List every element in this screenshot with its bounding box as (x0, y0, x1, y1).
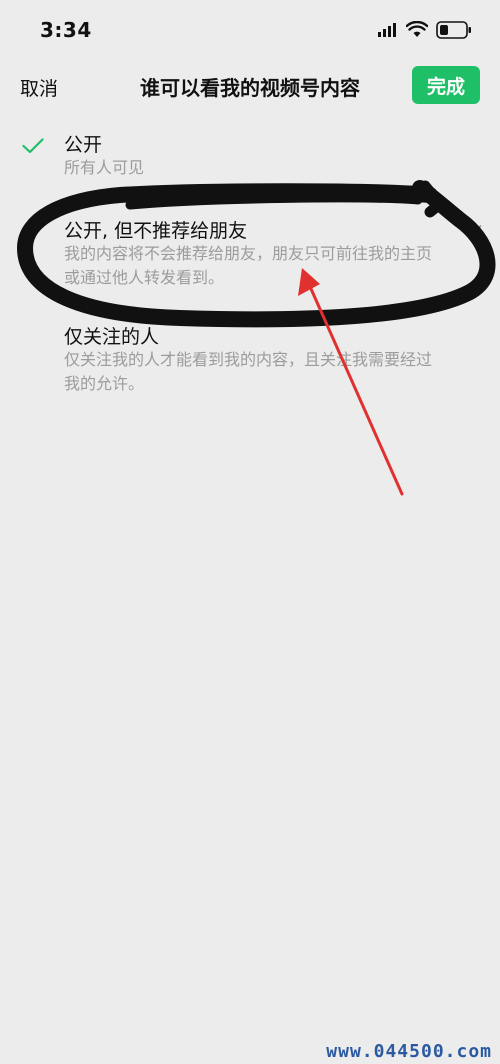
signal-icon (378, 23, 396, 37)
wifi-icon (406, 21, 428, 37)
done-button[interactable]: 完成 (412, 66, 480, 104)
annotation-circle-inner (125, 193, 423, 210)
option-title: 公开, 但不推荐给朋友 (64, 220, 248, 242)
nav-bar: 取消 谁可以看我的视频号内容 完成 (0, 62, 500, 110)
check-icon (462, 225, 482, 239)
option-public[interactable]: 公开 所有人可见 (0, 130, 500, 190)
option-title: 仅关注的人 (64, 326, 160, 348)
option-public-no-recommend[interactable]: 公开, 但不推荐给朋友 我的内容将不会推荐给朋友，朋友只可前往我的主页或通过他人… (0, 216, 500, 296)
battery-icon (436, 21, 471, 39)
cancel-button[interactable]: 取消 (20, 74, 58, 101)
option-desc: 仅关注我的人才能看到我的内容，且关注我需要经过我的允许。 (64, 350, 433, 393)
option-desc: 我的内容将不会推荐给朋友，朋友只可前往我的主页或通过他人转发看到。 (64, 244, 433, 287)
status-icons (378, 18, 478, 42)
option-desc: 所有人可见 (64, 158, 145, 177)
check-icon (22, 138, 44, 154)
option-title: 公开 (64, 134, 103, 156)
status-bar: 3:34 (0, 0, 500, 60)
status-time: 3:34 (40, 18, 92, 42)
page-title: 谁可以看我的视频号内容 (140, 76, 360, 100)
option-followers-only[interactable]: 仅关注的人 仅关注我的人才能看到我的内容，且关注我需要经过我的允许。 (0, 322, 500, 402)
watermark: www.044500.com (326, 1041, 492, 1062)
